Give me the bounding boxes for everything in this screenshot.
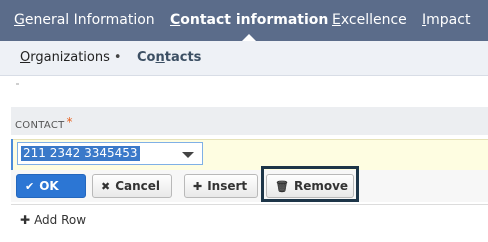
column-label: CONTACT — [15, 120, 65, 131]
tab-label: ontact information — [180, 12, 329, 28]
remove-button-highlight — [261, 166, 359, 202]
tab-label: eneral Information — [24, 12, 155, 28]
subtab-bullet: • — [113, 50, 122, 65]
subtab-contacts[interactable]: Contacts — [137, 41, 201, 75]
plus-icon: ✚ — [193, 180, 203, 193]
contact-select-value: 211 2342 3345453 — [21, 146, 140, 161]
close-icon: ✖ — [101, 180, 111, 193]
tab-excellence[interactable]: Excellence — [332, 0, 407, 41]
subtab-accel: O — [20, 50, 31, 65]
add-row-button[interactable]: ✚ Add Row — [20, 210, 86, 230]
chevron-down-icon[interactable] — [182, 152, 194, 158]
subtab-prefix: Co — [137, 50, 156, 65]
contact-select[interactable]: 211 2342 3345453 — [17, 142, 203, 165]
tab-accel: G — [14, 12, 25, 28]
tab-label: mpact — [426, 12, 471, 28]
ok-label: OK — [39, 179, 59, 193]
ok-button[interactable]: ✔ OK — [16, 174, 86, 198]
required-marker: * — [66, 115, 73, 129]
grid-header: CONTACT * — [11, 107, 488, 135]
divider-dot — [16, 83, 19, 85]
top-tab-bar: General Information Contact information … — [0, 0, 488, 41]
subtab-accel: n — [155, 50, 165, 65]
subtab-label: tacts — [164, 50, 202, 65]
subtab-bar: Organizations • Contacts — [0, 41, 488, 76]
insert-label: Insert — [207, 179, 248, 193]
cancel-button[interactable]: ✖ Cancel — [92, 174, 172, 198]
add-row-label: Add Row — [34, 213, 87, 227]
cancel-label: Cancel — [115, 179, 161, 193]
tab-general-information[interactable]: General Information — [14, 0, 155, 41]
subtab-label: rganizations — [30, 50, 110, 65]
checkmark-icon: ✔ — [25, 180, 35, 193]
tab-contact-information[interactable]: Contact information — [170, 0, 328, 41]
divider — [11, 204, 488, 205]
insert-button[interactable]: ✚ Insert — [184, 174, 258, 198]
tab-accel: C — [170, 12, 181, 28]
tab-accel: E — [332, 12, 341, 28]
tab-impact[interactable]: Impact — [422, 0, 470, 41]
subtab-organizations[interactable]: Organizations • — [20, 41, 122, 75]
tab-label: xcellence — [340, 12, 407, 28]
plus-icon: ✚ — [20, 213, 31, 227]
column-header-contact: CONTACT * — [15, 115, 73, 131]
